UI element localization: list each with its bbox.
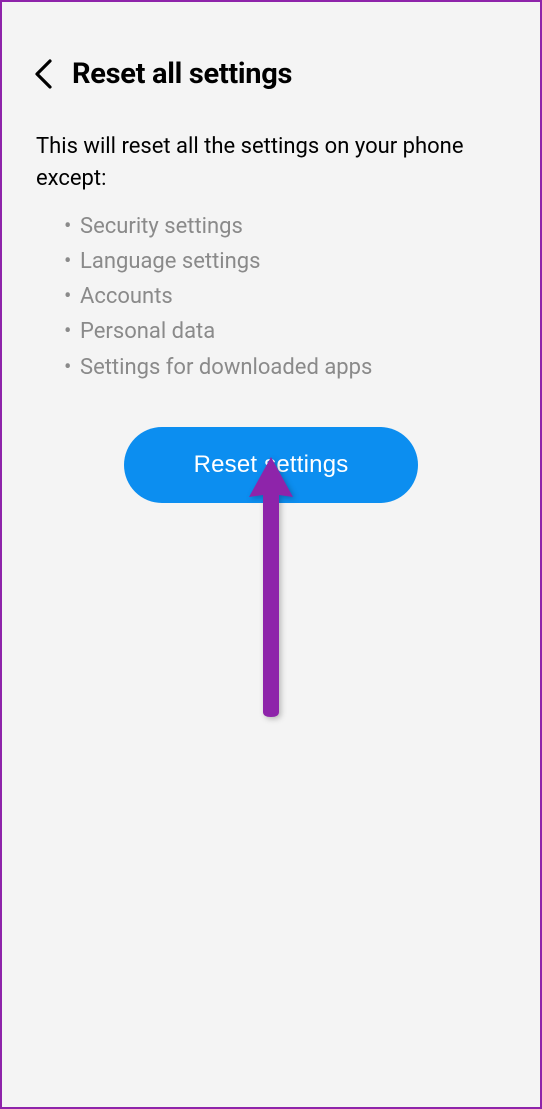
page-title: Reset all settings [72,57,292,91]
list-item: Language settings [64,244,510,279]
description-text: This will reset all the settings on your… [36,131,510,195]
annotation-arrow-icon [241,457,301,717]
list-item: Settings for downloaded apps [64,350,510,385]
back-icon[interactable] [32,57,54,91]
list-item: Security settings [64,209,510,244]
exception-list: Security settings Language settings Acco… [64,209,510,385]
list-item: Personal data [64,314,510,349]
header: Reset all settings [32,57,510,91]
list-item: Accounts [64,279,510,314]
